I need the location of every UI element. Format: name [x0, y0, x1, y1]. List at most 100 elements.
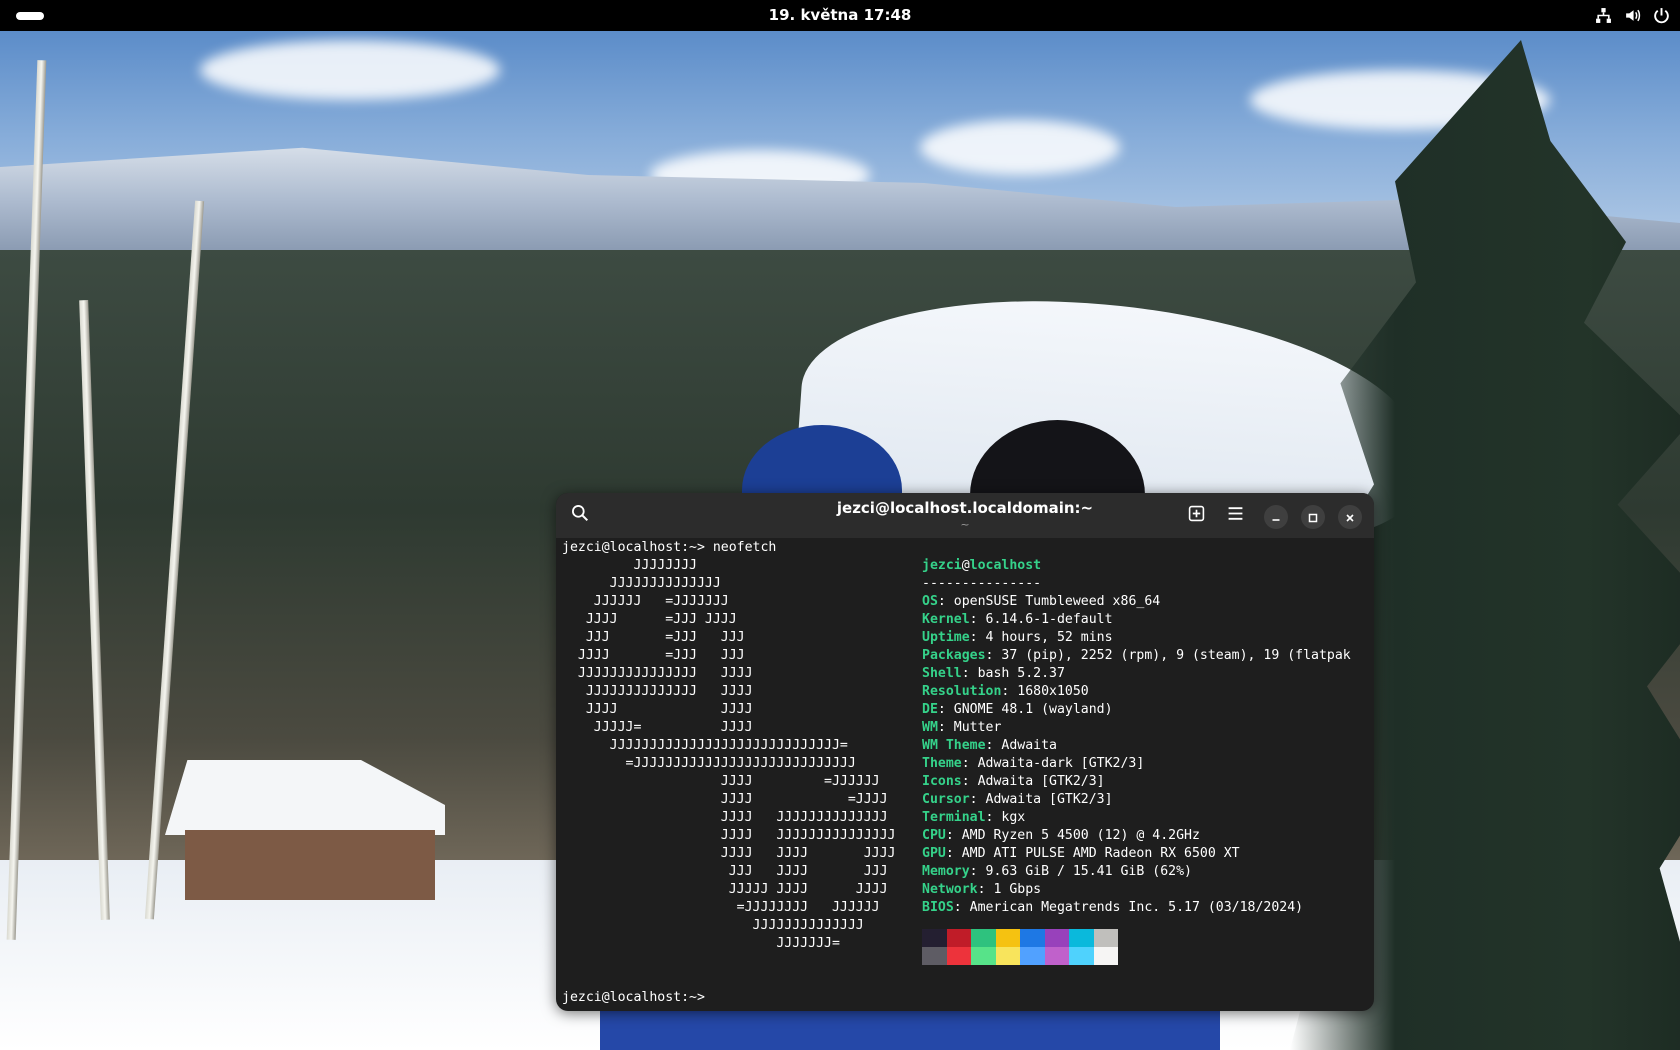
system-tray[interactable]	[1595, 5, 1670, 26]
color-swatch	[1020, 929, 1045, 947]
color-swatch	[971, 947, 996, 965]
info-row-gpu: GPU: AMD ATI PULSE AMD Radeon RX 6500 XT	[922, 845, 1372, 863]
gnome-top-bar: 19. května 17:48	[0, 0, 1680, 31]
wallpaper-cabin	[165, 760, 445, 900]
info-row-resolution: Resolution: 1680x1050	[922, 683, 1372, 701]
terminal-window[interactable]: jezci@localhost.localdomain:~ ~ jezci@lo…	[556, 493, 1374, 1011]
info-key: DE	[922, 702, 938, 717]
info-row-bios: BIOS: American Megatrends Inc. 5.17 (03/…	[922, 899, 1372, 917]
network-wired-icon[interactable]	[1595, 7, 1612, 24]
info-key: Memory	[922, 864, 970, 879]
info-value: : openSUSE Tumbleweed x86_64	[937, 594, 1161, 609]
info-row-os: OS: openSUSE Tumbleweed x86_64	[922, 593, 1372, 611]
info-key: GPU	[922, 846, 946, 861]
info-value: : 37 (pip), 2252 (rpm), 9 (steam), 19 (f…	[985, 648, 1351, 663]
info-key: Kernel	[922, 612, 970, 627]
info-row-shell: Shell: bash 5.2.37	[922, 665, 1372, 683]
info-value: : 9.63 GiB / 15.41 GiB (62%)	[969, 864, 1192, 879]
info-value: : Mutter	[937, 720, 1002, 735]
color-swatch	[946, 947, 971, 965]
info-row-network: Network: 1 Gbps	[922, 881, 1372, 899]
new-tab-icon	[1188, 505, 1205, 526]
color-swatch	[971, 929, 996, 947]
wallpaper-cloud	[920, 120, 1120, 175]
info-value: : Adwaita [GTK2/3]	[969, 792, 1113, 807]
info-value: : 1680x1050	[1001, 684, 1089, 699]
info-value: : 4 hours, 52 mins	[969, 630, 1113, 645]
color-swatch	[922, 929, 947, 947]
info-row-terminal: Terminal: kgx	[922, 809, 1372, 827]
info-row-uptime: Uptime: 4 hours, 52 mins	[922, 629, 1372, 647]
color-swatch	[946, 929, 971, 947]
info-row-theme: Theme: Adwaita-dark [GTK2/3]	[922, 755, 1372, 773]
terminal-output[interactable]: jezci@localhost:~> neofetch JJJJJJJJ JJJ…	[562, 539, 1370, 1011]
info-key: Uptime	[922, 630, 970, 645]
info-key: CPU	[922, 828, 946, 843]
main-menu-button[interactable]	[1220, 500, 1250, 530]
info-value: : kgx	[985, 810, 1026, 825]
color-swatch	[1069, 947, 1094, 965]
info-key: Terminal	[922, 810, 986, 825]
info-key: Theme	[922, 756, 962, 771]
color-swatch	[995, 947, 1020, 965]
maximize-icon	[1308, 508, 1318, 527]
info-row-de: DE: GNOME 48.1 (wayland)	[922, 701, 1372, 719]
info-key: BIOS	[922, 900, 954, 915]
info-value: : Adwaita	[985, 738, 1057, 753]
wallpaper-cabin-walls	[185, 830, 435, 900]
menu-icon	[1227, 505, 1244, 526]
info-value: : American Megatrends Inc. 5.17 (03/18/2…	[953, 900, 1304, 915]
color-swatch	[995, 929, 1020, 947]
power-icon[interactable]	[1653, 7, 1670, 24]
at-sign: @	[961, 558, 970, 573]
info-key: Network	[922, 882, 978, 897]
info-value: : Adwaita [GTK2/3]	[961, 774, 1105, 789]
wallpaper-cabin-roof	[165, 760, 445, 835]
opensuse-ascii-logo: JJJJJJJJ JJJJJJJJJJJJJJ JJJJJJ =JJJJJJJ …	[577, 558, 896, 951]
info-value: : AMD ATI PULSE AMD Radeon RX 6500 XT	[945, 846, 1240, 861]
maximize-button[interactable]	[1301, 505, 1325, 529]
color-swatch	[1093, 947, 1118, 965]
color-swatch	[1044, 929, 1069, 947]
separator-line: ---------------	[922, 576, 1042, 591]
user-host-line: jezci@localhost	[922, 557, 1372, 575]
info-row-icons: Icons: Adwaita [GTK2/3]	[922, 773, 1372, 791]
window-subtitle: ~	[960, 518, 970, 531]
info-key: Shell	[922, 666, 962, 681]
volume-icon[interactable]	[1624, 7, 1641, 24]
info-key: WM Theme	[922, 738, 986, 753]
window-title: jezci@localhost.localdomain:~	[836, 499, 1094, 517]
info-value: : GNOME 48.1 (wayland)	[937, 702, 1113, 717]
hostname: localhost	[969, 558, 1042, 573]
info-value: : AMD Ryzen 5 4500 (12) @ 4.2GHz	[945, 828, 1200, 843]
minimize-button[interactable]	[1264, 505, 1288, 529]
color-swatch	[1069, 929, 1094, 947]
info-row-wm-theme: WM Theme: Adwaita	[922, 737, 1372, 755]
username: jezci	[922, 558, 962, 573]
info-key: Cursor	[922, 792, 970, 807]
info-value: : bash 5.2.37	[961, 666, 1065, 681]
color-palette	[922, 929, 1118, 965]
neofetch-info: jezci@localhost --------------- OS: open…	[922, 557, 1372, 917]
close-icon	[1345, 508, 1355, 527]
palette-row-dark	[922, 929, 1118, 947]
color-swatch	[1020, 947, 1045, 965]
new-tab-button[interactable]	[1181, 500, 1211, 530]
color-swatch	[1044, 947, 1069, 965]
info-row-wm: WM: Mutter	[922, 719, 1372, 737]
info-value: : 6.14.6-1-default	[969, 612, 1113, 627]
info-row-cursor: Cursor: Adwaita [GTK2/3]	[922, 791, 1372, 809]
info-row-memory: Memory: 9.63 GiB / 15.41 GiB (62%)	[922, 863, 1372, 881]
shell-prompt[interactable]: jezci@localhost:~>	[562, 989, 705, 1007]
info-row-packages: Packages: 37 (pip), 2252 (rpm), 9 (steam…	[922, 647, 1372, 665]
close-button[interactable]	[1338, 505, 1362, 529]
wallpaper-cloud	[200, 40, 500, 100]
info-key: Packages	[922, 648, 986, 663]
color-swatch	[922, 947, 947, 965]
palette-row-bright	[922, 947, 1118, 965]
terminal-headerbar[interactable]: jezci@localhost.localdomain:~ ~	[556, 493, 1374, 538]
info-key: Resolution	[922, 684, 1002, 699]
info-value: : 1 Gbps	[977, 882, 1042, 897]
clock[interactable]: 19. května 17:48	[0, 6, 1680, 24]
minimize-icon	[1271, 508, 1281, 527]
